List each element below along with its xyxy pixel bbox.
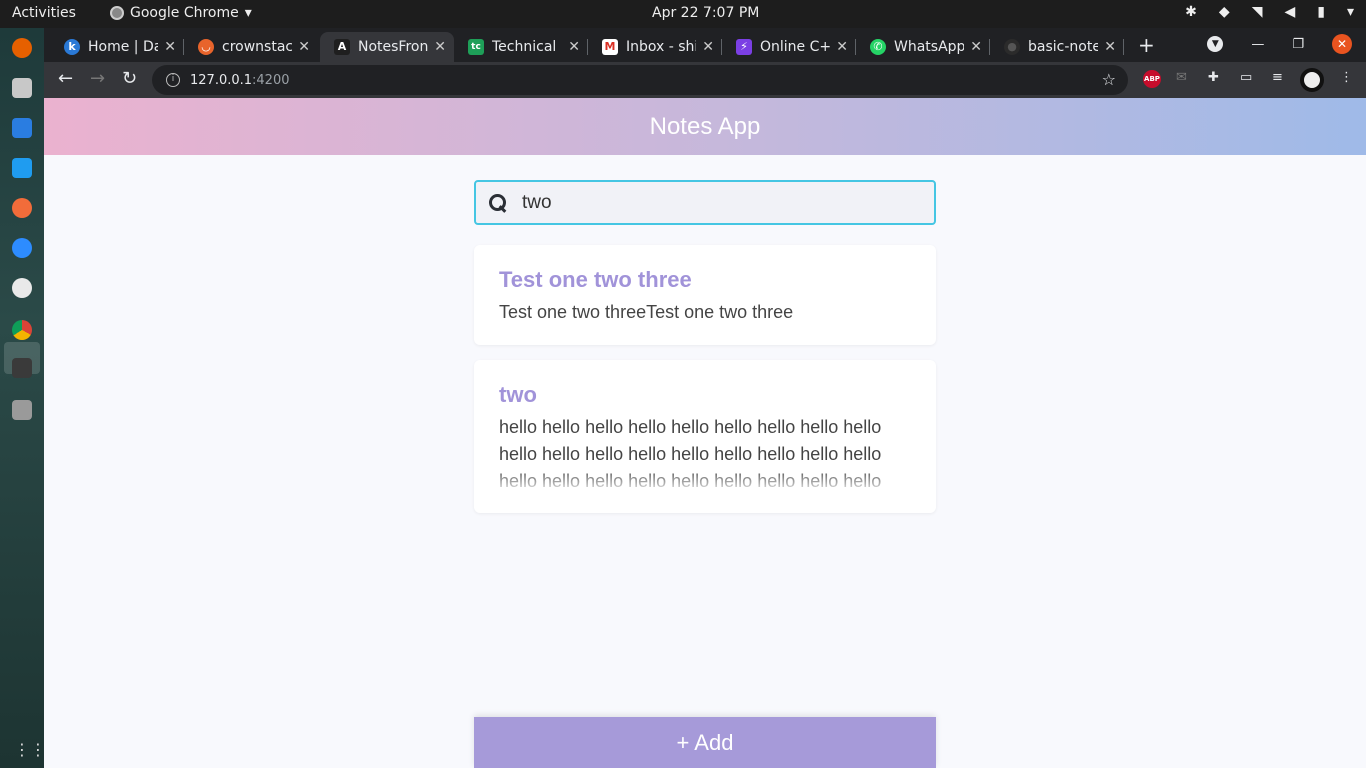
close-window-icon[interactable]: ✕ [1332, 34, 1352, 54]
tab-whatsapp[interactable]: ✆ WhatsApp ✕ [856, 32, 990, 62]
extensions-puzzle-icon[interactable]: ✚ [1208, 70, 1219, 90]
adblock-plus-icon[interactable]: ABP [1143, 70, 1161, 88]
close-icon[interactable]: ✕ [298, 39, 310, 55]
volume-icon[interactable]: ◀ [1284, 4, 1295, 20]
tab-basic-notes[interactable]: ● basic-note ✕ [990, 32, 1124, 62]
browser-toolbar: ← → ↻ i 127.0.0.1:4200 ☆ ABP ✉ ✚ ▭ ≡ ⋮ [44, 62, 1366, 98]
chevron-down-icon: ▾ [244, 5, 252, 21]
tab-title: basic-note [1028, 39, 1099, 55]
app-tray-icon[interactable]: ◆ [1219, 4, 1230, 20]
system-top-bar: Activities Google Chrome ▾ Apr 22 7:07 P… [0, 0, 1366, 28]
tab-title: Online C+ [760, 39, 831, 55]
tab-home[interactable]: k Home | Da ✕ [50, 32, 184, 62]
search-input[interactable] [522, 191, 902, 214]
close-icon[interactable]: ✕ [836, 39, 848, 55]
site-info-icon[interactable]: i [166, 73, 180, 87]
url-host: 127.0.0.1 [190, 72, 253, 88]
files-icon[interactable] [12, 78, 32, 98]
battery-icon[interactable]: ▮ [1317, 4, 1325, 20]
clock[interactable]: Apr 22 7:07 PM [652, 5, 759, 21]
chrome-icon [110, 6, 124, 20]
document-viewer-icon[interactable] [12, 118, 32, 138]
note-card[interactable]: Test one two three Test one two threeTes… [474, 245, 936, 345]
chrome-icon[interactable] [12, 320, 32, 340]
tab-favicon-icon: ⚡ [736, 39, 752, 55]
tab-favicon-icon: ◡ [198, 39, 214, 55]
tab-title: crownstac [222, 39, 293, 55]
app-menu[interactable]: Google Chrome ▾ [110, 5, 252, 21]
tab-gmail-inbox[interactable]: M Inbox - shi ✕ [588, 32, 722, 62]
profile-avatar[interactable] [1300, 68, 1324, 92]
note-title: Test one two three [499, 267, 692, 292]
tab-title: NotesFron [358, 39, 429, 55]
bookmark-star-icon[interactable]: ☆ [1102, 70, 1116, 89]
new-tab-button[interactable]: + [1138, 33, 1155, 57]
address-bar[interactable]: i 127.0.0.1:4200 ☆ [152, 65, 1128, 95]
minimize-icon[interactable]: — [1251, 37, 1264, 52]
note-card[interactable]: two hello hello hello hello hello hello … [474, 360, 936, 513]
slack-icon[interactable] [12, 278, 32, 298]
postman-icon[interactable] [12, 198, 32, 218]
tab-notesfront[interactable]: A NotesFron ✕ [320, 32, 454, 62]
window-controls: ▼ — ❐ ✕ [1207, 34, 1352, 54]
firefox-icon[interactable] [12, 38, 32, 58]
tab-title: Technical [492, 39, 557, 55]
close-icon[interactable]: ✕ [164, 39, 176, 55]
close-icon[interactable]: ✕ [970, 39, 982, 55]
kebab-menu-icon[interactable]: ⋮ [1340, 70, 1353, 90]
note-body: Test one two threeTest one two three [499, 302, 794, 322]
tab-title: Home | Da [88, 39, 159, 55]
tab-favicon-icon: k [64, 39, 80, 55]
tab-favicon-icon: M [602, 39, 618, 55]
cast-icon[interactable]: ▭ [1240, 70, 1252, 90]
tab-favicon-icon: A [334, 39, 350, 55]
close-icon[interactable]: ✕ [1104, 39, 1116, 55]
note-title: two [499, 382, 537, 407]
note-body: hello hello hello hello hello hello hell… [499, 414, 911, 495]
tab-crownstack[interactable]: ◡ crownstac ✕ [184, 32, 318, 62]
notes-page: Test one two three Test one two threeTes… [44, 155, 1366, 768]
disk-icon[interactable] [12, 400, 32, 420]
tab-favicon-icon: ● [1004, 39, 1020, 55]
close-icon[interactable]: ✕ [568, 39, 580, 55]
wifi-icon[interactable]: ◥ [1252, 4, 1263, 20]
search-icon [488, 193, 508, 213]
tab-technical[interactable]: tc Technical ✕ [454, 32, 588, 62]
close-icon[interactable]: ✕ [702, 39, 714, 55]
app-header: Notes App [44, 98, 1366, 155]
zoom-icon[interactable] [12, 238, 32, 258]
back-icon[interactable]: ← [58, 68, 73, 89]
vscode-icon[interactable] [12, 158, 32, 178]
tab-favicon-icon: ✆ [870, 39, 886, 55]
reload-icon[interactable]: ↻ [122, 68, 137, 89]
search-box[interactable] [474, 180, 936, 225]
add-note-button[interactable]: + Add [474, 717, 936, 768]
app-menu-label: Google Chrome [130, 5, 239, 21]
activities-button[interactable]: Activities [12, 5, 76, 21]
restore-icon[interactable]: ❐ [1292, 37, 1304, 52]
mail-extension-icon[interactable]: ✉ [1176, 70, 1187, 90]
url-port: :4200 [252, 72, 290, 88]
terminal-icon[interactable] [12, 358, 32, 378]
tab-online-cpp[interactable]: ⚡ Online C+ ✕ [722, 32, 856, 62]
dock: ⋮⋮⋮ [0, 28, 62, 768]
tab-title: Inbox - shi [626, 39, 697, 55]
tab-title: WhatsApp [894, 39, 965, 55]
close-icon[interactable]: ✕ [434, 39, 446, 55]
slack-tray-icon[interactable]: ✱ [1185, 4, 1197, 20]
tab-favicon-icon: tc [468, 39, 484, 55]
system-tray[interactable]: ✱ ◆ ◥ ◀ ▮ ▾ [1185, 4, 1354, 20]
forward-icon[interactable]: → [90, 68, 105, 89]
tab-strip: k Home | Da ✕ ◡ crownstac ✕ A NotesFron … [44, 28, 1366, 62]
tab-search-icon[interactable]: ▼ [1207, 36, 1224, 52]
chevron-down-icon[interactable]: ▾ [1347, 4, 1354, 20]
media-control-icon[interactable]: ≡ [1272, 70, 1283, 90]
